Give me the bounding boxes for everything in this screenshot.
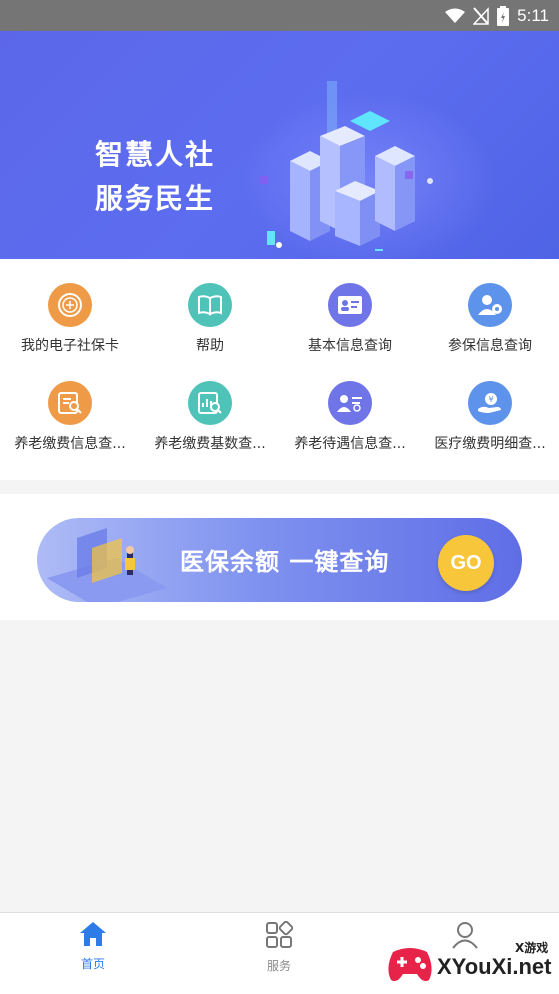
- person-list-icon: [328, 381, 372, 425]
- hand-coin-icon: ¥: [468, 381, 512, 425]
- service-label: 参保信息查询: [448, 338, 532, 354]
- tab-services-label: 服务: [266, 959, 291, 973]
- id-card-icon: [328, 283, 372, 327]
- service-item-pension-benefit[interactable]: 养老待遇信息查...: [280, 381, 420, 453]
- carousel-indicator[interactable]: [276, 242, 282, 248]
- gamepad-logo-icon: [388, 948, 432, 982]
- service-label: 基本信息查询: [308, 338, 392, 354]
- go-button[interactable]: GO: [438, 535, 494, 591]
- service-label: 养老待遇信息查...: [294, 436, 406, 452]
- banner-title-line1: 智慧人社: [95, 138, 216, 171]
- home-icon: [80, 922, 106, 946]
- service-item-insurance-info[interactable]: 参保信息查询: [420, 283, 559, 355]
- promo-section: 医保余额 一键查询 GO: [0, 494, 559, 620]
- social-card-icon: [48, 283, 92, 327]
- city-illustration: [260, 81, 433, 251]
- service-item-pension-base[interactable]: 养老缴费基数查...: [140, 381, 280, 453]
- battery-icon: [497, 6, 510, 26]
- no-signal-icon: [473, 7, 489, 25]
- status-bar: 5:11: [0, 0, 559, 31]
- banner-carousel[interactable]: 智慧人社 服务民生: [0, 31, 559, 259]
- service-item-pension-payment[interactable]: 养老缴费信息查...: [0, 381, 140, 453]
- svg-text:¥: ¥: [488, 395, 493, 404]
- medical-balance-promo[interactable]: 医保余额 一键查询 GO: [37, 518, 522, 602]
- tab-home[interactable]: 首页: [48, 921, 138, 972]
- service-label: 养老缴费信息查...: [14, 436, 126, 452]
- chart-search-icon: [188, 381, 232, 425]
- service-item-social-card[interactable]: 我的电子社保卡: [0, 283, 140, 355]
- book-icon: [188, 283, 232, 327]
- service-label: 帮助: [196, 338, 224, 354]
- tab-home-label: 首页: [80, 957, 105, 971]
- watermark: X游戏 XYouXi.net: [385, 932, 557, 992]
- service-item-medical-payment[interactable]: ¥ 医疗缴费明细查...: [420, 381, 559, 453]
- document-search-icon: [48, 381, 92, 425]
- service-label: 医疗缴费明细查...: [434, 436, 546, 452]
- service-grid: 我的电子社保卡 帮助 基本信息查询 参保信息查询 养老缴费信息查... 养老缴费…: [0, 259, 559, 480]
- watermark-text: XYouXi.net: [437, 954, 552, 979]
- status-icons: 5:11: [445, 4, 549, 28]
- wifi-icon: [445, 8, 466, 23]
- clock: 5:11: [517, 6, 549, 25]
- grid-icon: [266, 920, 294, 948]
- service-label: 养老缴费基数查...: [154, 436, 266, 452]
- person-icon: [468, 283, 512, 327]
- service-item-help[interactable]: 帮助: [140, 283, 280, 355]
- service-item-basic-info[interactable]: 基本信息查询: [280, 283, 420, 355]
- service-label: 我的电子社保卡: [21, 338, 119, 354]
- banner-title-line2: 服务民生: [95, 182, 216, 215]
- promo-text: 医保余额 一键查询: [180, 548, 390, 576]
- tab-services[interactable]: 服务: [234, 920, 324, 974]
- phone-illustration: [47, 528, 167, 602]
